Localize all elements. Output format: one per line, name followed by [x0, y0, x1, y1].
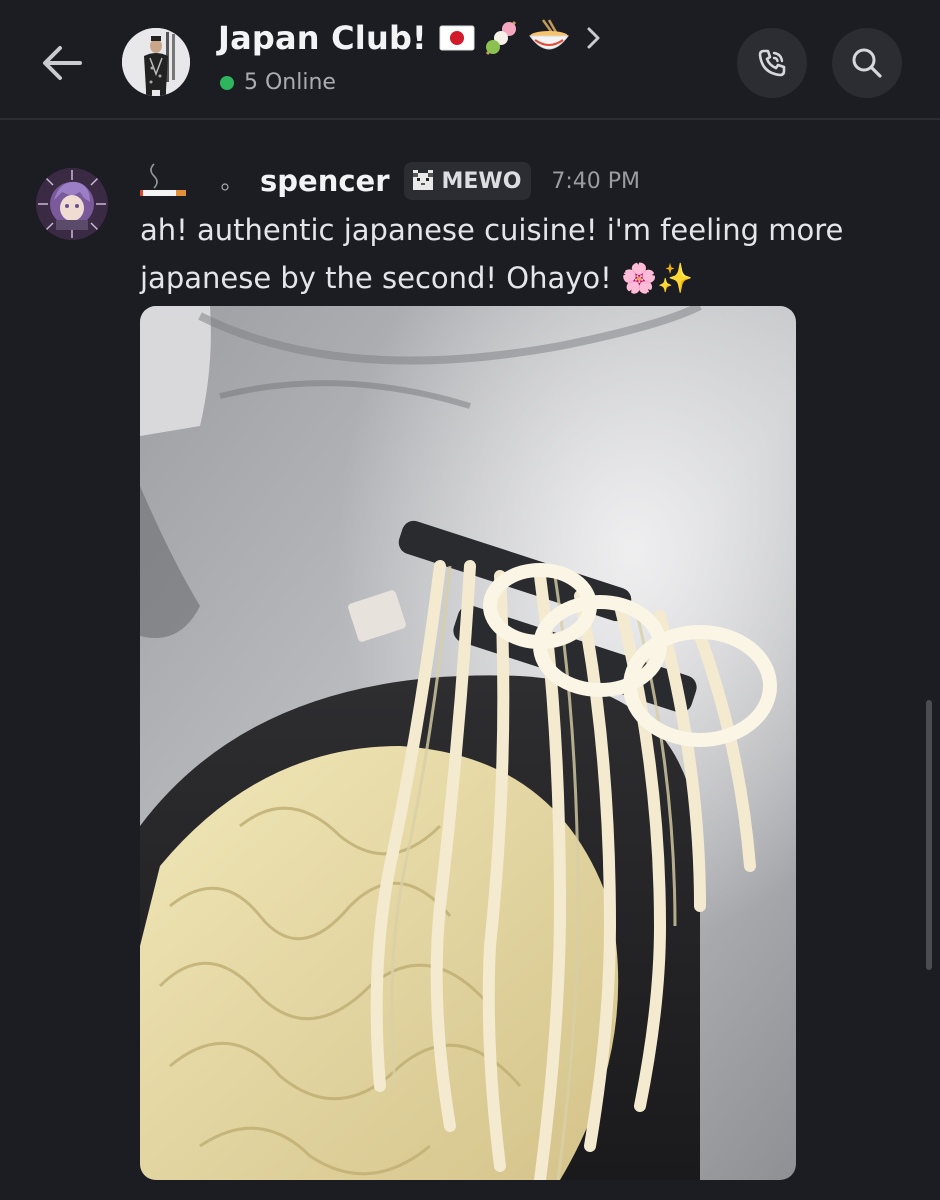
online-status: 5 Online [220, 70, 336, 95]
message-text: ah! authentic japanese cuisine! i'm feel… [140, 213, 844, 295]
cigarette-icon [140, 160, 229, 202]
channel-title-row[interactable]: Japan Club! [218, 18, 603, 58]
dango-icon [485, 21, 516, 55]
user-avatar[interactable] [36, 168, 108, 240]
noodles-chopsticks-photo[interactable] [140, 306, 796, 1180]
timestamp: 7:40 PM [551, 168, 641, 194]
chat-header: Japan Club! 5 Online [0, 0, 940, 120]
scrollbar[interactable] [926, 700, 932, 970]
japan-flag-icon [439, 25, 475, 51]
search-button[interactable] [832, 28, 902, 98]
online-count: 5 Online [244, 70, 336, 95]
arrow-left-icon [43, 46, 82, 80]
chevron-right-icon [587, 27, 600, 49]
online-dot [220, 75, 234, 90]
server-tag[interactable]: MEWO [403, 162, 532, 200]
call-button[interactable] [737, 28, 807, 98]
channel-title: Japan Club! [218, 19, 427, 57]
tag-label: MEWO [441, 168, 522, 194]
ramen-bowl-icon [528, 19, 569, 50]
phone-call-icon [758, 49, 786, 77]
back-button[interactable] [36, 38, 86, 88]
message-meta: spencer MEWO 7:40 PM [140, 156, 640, 206]
username[interactable]: spencer [260, 164, 390, 198]
group-avatar[interactable] [122, 28, 190, 96]
search-icon [852, 48, 882, 78]
cat-pixel-icon [412, 170, 433, 190]
